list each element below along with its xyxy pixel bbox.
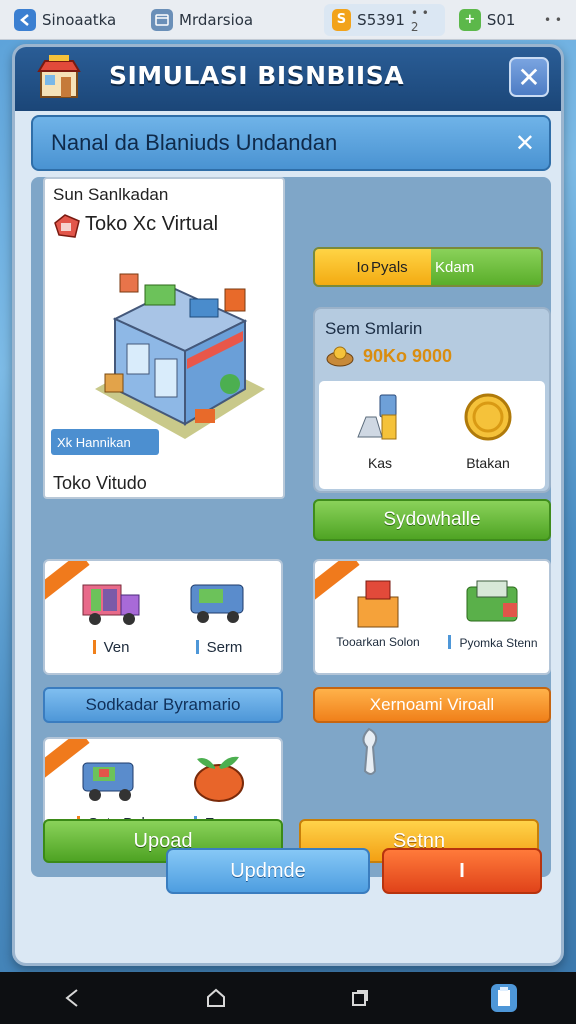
simulation-panel: Sem Smlarin 90Ko 9000 Kas Btakan (313, 307, 551, 493)
home-icon[interactable] (196, 978, 236, 1018)
plus-app-icon: + (458, 8, 481, 31)
toggle-option-b[interactable]: Pyals (371, 249, 431, 285)
content-area: Sun Sanlkadan Toko Xc Virtual Xk Hannika… (31, 177, 551, 877)
tag-icon (54, 214, 80, 238)
truck-icon (82, 584, 140, 625)
sim-items: Kas Btakan (319, 381, 545, 489)
subheader-text: Nanal da Blaniuds Undandan (51, 130, 338, 155)
tab-mrdarsioa[interactable]: Mrdarsioa (143, 4, 318, 36)
system-nav-bar (0, 972, 576, 1024)
bar-marker (448, 635, 452, 649)
dialog-titlebar: SIMULASI BISNBIISA ✕ (15, 47, 561, 111)
confirm-button[interactable]: I (382, 848, 542, 894)
shop-name: Toko Xc Virtual (85, 213, 219, 235)
vehicle-item-ven[interactable]: Ven (71, 577, 151, 656)
back-icon[interactable] (52, 978, 92, 1018)
tab-s01[interactable]: + S01 • • (451, 4, 570, 36)
shop-chip[interactable]: Xk Hannikan (51, 429, 159, 455)
orange-pill-button[interactable]: Xernoami Viroall (313, 687, 551, 723)
shop-logo-icon (37, 55, 81, 98)
item-label: Ven (103, 639, 130, 656)
bar-marker (195, 640, 199, 654)
subheader-close-icon[interactable]: ✕ (515, 129, 535, 157)
tab-s5391[interactable]: S S5391 • • 2 (323, 3, 445, 36)
shop-header: Sun Sanlkadan (53, 185, 169, 204)
sim-value: 90Ko 9000 (363, 345, 453, 366)
pointer-cursor-icon (362, 727, 378, 775)
coin-bowl-icon (326, 346, 354, 367)
tab-label: Sinoaatka (42, 10, 117, 29)
vehicle-item-serm[interactable]: Serm (179, 577, 259, 656)
window-icon (151, 8, 174, 31)
clipboard-icon[interactable] (484, 978, 524, 1018)
store-building-icon (95, 273, 265, 439)
browser-tab-bar: Sinoaatka Mrdarsioa S S5391 • • 2 + S01 … (0, 0, 576, 40)
toggle-option-c[interactable]: Kdam (431, 249, 541, 285)
van-icon (190, 584, 244, 623)
cart-icon (82, 762, 134, 801)
vehicles-card[interactable]: Ven Serm (43, 559, 283, 675)
tab-menu-icon[interactable]: • • 2 (411, 6, 437, 34)
left-arrow-icon (14, 8, 36, 31)
shop-footer: Toko Vitudo (53, 473, 147, 493)
mode-toggle[interactable]: Io Pyals Kdam (313, 247, 543, 287)
coin-app-icon: S (331, 8, 352, 31)
item-label: Pyomka Stenn (459, 636, 538, 650)
gold-coin-icon (464, 393, 512, 441)
cash-machine-icon (466, 580, 518, 622)
sim-coin-row: 90Ko 9000 (325, 345, 452, 367)
close-button[interactable]: ✕ (509, 57, 549, 97)
goods-item-2[interactable]: Pyomka Stenn (445, 577, 541, 650)
sim-item-label: Btakan (466, 455, 510, 471)
tab-menu-icon[interactable]: • • (544, 13, 562, 27)
blue-pill-button[interactable]: Sodkadar Byramario (43, 687, 283, 723)
recents-icon[interactable] (340, 978, 380, 1018)
dialog-title: SIMULASI BISNBIISA (109, 61, 405, 90)
sim-action-button[interactable]: Sydowhalle (313, 499, 551, 541)
bar-marker (92, 640, 96, 654)
goods-item-1[interactable]: Tooarkan Solon (335, 577, 421, 649)
shop-card[interactable]: Sun Sanlkadan Toko Xc Virtual Xk Hannika… (43, 177, 285, 499)
pumpkin-icon (194, 756, 244, 802)
subheader-banner: Nanal da Blaniuds Undandan ✕ (31, 115, 551, 171)
tab-label: Mrdarsioa (179, 10, 254, 29)
goods-card[interactable]: Tooarkan Solon Pyomka Stenn (313, 559, 551, 675)
tab-label: S01 (486, 10, 516, 29)
sim-item-kas[interactable]: Kas (335, 391, 425, 471)
toggle-option-a[interactable]: Io (315, 249, 371, 285)
box-icon (357, 580, 399, 628)
update-button[interactable]: Updmde (166, 848, 370, 894)
tab-sinoaatka[interactable]: Sinoaatka (6, 4, 137, 36)
simulation-dialog: SIMULASI BISNBIISA ✕ Nanal da Blaniuds U… (12, 44, 564, 966)
sim-item-btakan[interactable]: Btakan (443, 391, 533, 471)
tab-label: S5391 (357, 10, 405, 29)
item-label: Tooarkan Solon (336, 635, 420, 649)
cash-register-icon (357, 394, 397, 440)
item-label: Serm (206, 639, 243, 656)
sim-title: Sem Smlarin (325, 319, 423, 338)
sim-item-label: Kas (367, 455, 393, 471)
